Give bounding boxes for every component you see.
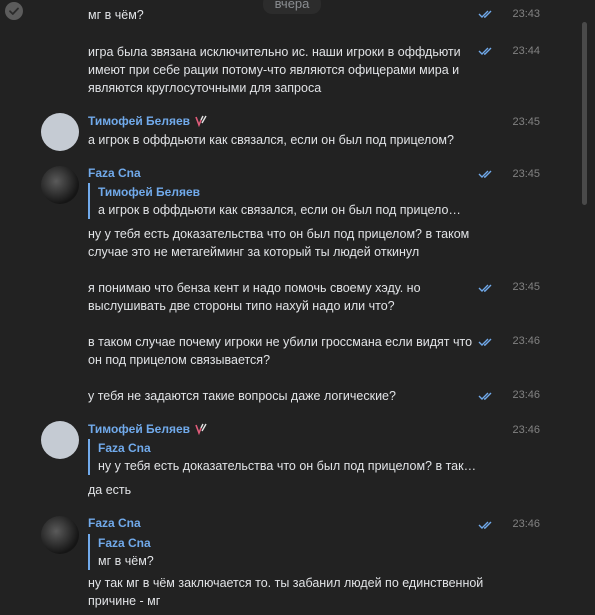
avatar[interactable] [41, 166, 79, 204]
message-text: да есть [88, 483, 132, 497]
read-receipt-icon [478, 338, 492, 346]
message-author[interactable]: Тимофей Беляев [88, 114, 207, 130]
message-time: 23:44 [512, 45, 540, 57]
avatar[interactable] [41, 113, 79, 151]
message-text: мг в чём? [88, 8, 144, 22]
check-icon [9, 7, 19, 15]
message-time: 23:46 [512, 335, 540, 347]
message-author[interactable]: Тимофей Беляев [88, 422, 207, 438]
author-name[interactable]: Faza Cna [88, 166, 141, 180]
chat-history: вчера мг в чём? 23:43 игра была звязана … [0, 0, 576, 615]
read-receipt-icon [478, 170, 492, 178]
message-text: а игрок в оффдьюти как связался, если он… [88, 133, 454, 147]
scrollbar-thumb[interactable] [582, 22, 587, 205]
quote-author: Тимофей Беляев [98, 185, 200, 199]
message-time: 23:46 [512, 518, 540, 530]
read-receipt-icon [478, 392, 492, 400]
message-text: ну так мг в чём заключается то. ты забан… [88, 576, 484, 608]
quote-text: ну у тебя есть доказательства что он был… [98, 459, 477, 473]
quote-author: Faza Cna [98, 441, 151, 455]
verified-badge-icon [194, 115, 207, 130]
reply-quote[interactable]: Faza Cna ну у тебя есть доказательства ч… [88, 439, 492, 475]
message-text: у тебя не задаются такие вопросы даже ло… [88, 389, 396, 403]
message-text: игра была звязана исключительно ис. наши… [88, 45, 461, 95]
read-receipt-icon [478, 10, 492, 18]
author-name: Тимофей Беляев [88, 422, 190, 436]
reply-quote[interactable]: Тимофей Беляев а игрок в оффдьюти как св… [88, 183, 492, 219]
author-name: Тимофей Беляев [88, 114, 190, 128]
read-receipt-icon [478, 521, 492, 529]
message-time: 23:46 [512, 389, 540, 401]
quote-text: а игрок в оффдьюти как связался, если он… [98, 203, 461, 217]
message-text: в таком случае почему игроки не убили гр… [88, 335, 473, 367]
message-time: 23:46 [512, 424, 540, 436]
quote-text: мг в чём? [98, 554, 154, 568]
select-message-checkbox[interactable] [5, 2, 23, 20]
verified-badge-icon [194, 423, 207, 438]
author-name[interactable]: Faza Cna [88, 516, 141, 530]
message-text: я понимаю что бенза кент и надо помочь с… [88, 281, 421, 313]
message-time: 23:45 [512, 116, 540, 128]
scrollbar[interactable] [576, 0, 595, 615]
message-text: ну у тебя есть доказательства что он был… [88, 227, 470, 259]
reply-quote[interactable]: Faza Cna мг в чём? [88, 534, 492, 570]
read-receipt-icon [478, 284, 492, 292]
avatar[interactable] [41, 421, 79, 459]
message-time: 23:45 [512, 281, 540, 293]
quote-author: Faza Cna [98, 536, 151, 550]
read-receipt-icon [478, 47, 492, 55]
avatar[interactable] [41, 516, 79, 554]
message-time: 23:45 [512, 168, 540, 180]
message-time: 23:43 [512, 8, 540, 20]
